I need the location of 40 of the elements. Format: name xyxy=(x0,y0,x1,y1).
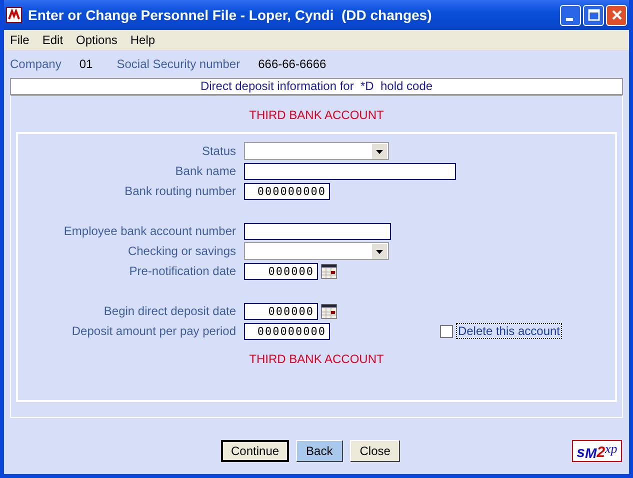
maximize-button[interactable] xyxy=(583,4,604,26)
dialog-button[interactable]: Continue xyxy=(221,440,290,462)
ssn-label: Social Security number xyxy=(116,57,240,71)
app-icon xyxy=(6,7,22,23)
field-label: Begin direct deposit date xyxy=(102,304,237,318)
checkbox[interactable] xyxy=(440,324,453,338)
field-label: Bank name xyxy=(174,164,237,178)
company-value: 01 xyxy=(79,57,93,71)
menu-item[interactable]: Help xyxy=(130,33,156,47)
field-label: Status xyxy=(200,144,237,158)
menu-item[interactable]: Options xyxy=(76,33,118,47)
calendar-icon[interactable] xyxy=(321,304,337,318)
ssn-value: 666-66-6666 xyxy=(258,57,326,71)
field-label: Bank routing number xyxy=(124,184,237,198)
field-label: Checking or savings xyxy=(126,244,237,258)
input-field[interactable]: 000000000 xyxy=(244,322,330,340)
company-label: Company xyxy=(10,57,62,71)
window-title: Enter or Change Personnel File - Loper, Cyndi (DD changes) xyxy=(28,7,433,23)
input-field[interactable]: 000000000 xyxy=(244,182,330,200)
close-icon xyxy=(610,9,622,21)
dialog-button[interactable]: Close xyxy=(350,440,400,462)
input-field[interactable] xyxy=(244,162,456,180)
field-label: Pre-notification date xyxy=(128,264,237,278)
calendar-icon[interactable] xyxy=(321,264,337,278)
menu-item[interactable]: Edit xyxy=(42,33,64,47)
section-heading: THIRD BANK ACCOUNT xyxy=(248,108,385,122)
section-heading: THIRD BANK ACCOUNT xyxy=(248,352,385,366)
dialog-button[interactable]: Back xyxy=(296,440,343,462)
menu-item[interactable]: File xyxy=(10,33,30,47)
close-button[interactable] xyxy=(606,4,627,26)
minimize-icon xyxy=(566,18,572,20)
input-field[interactable]: 000000 xyxy=(244,262,318,280)
info-banner: Direct deposit information for *D hold code xyxy=(10,78,623,95)
field-label: Deposit amount per pay period xyxy=(70,324,237,338)
minimize-button[interactable] xyxy=(560,4,581,26)
input-field[interactable]: 000000 xyxy=(244,302,318,320)
maximize-icon xyxy=(588,9,600,21)
field-label: Employee bank account number xyxy=(62,224,237,238)
checkbox-label[interactable]: Delete this account xyxy=(456,324,561,338)
input-field[interactable] xyxy=(244,222,391,240)
